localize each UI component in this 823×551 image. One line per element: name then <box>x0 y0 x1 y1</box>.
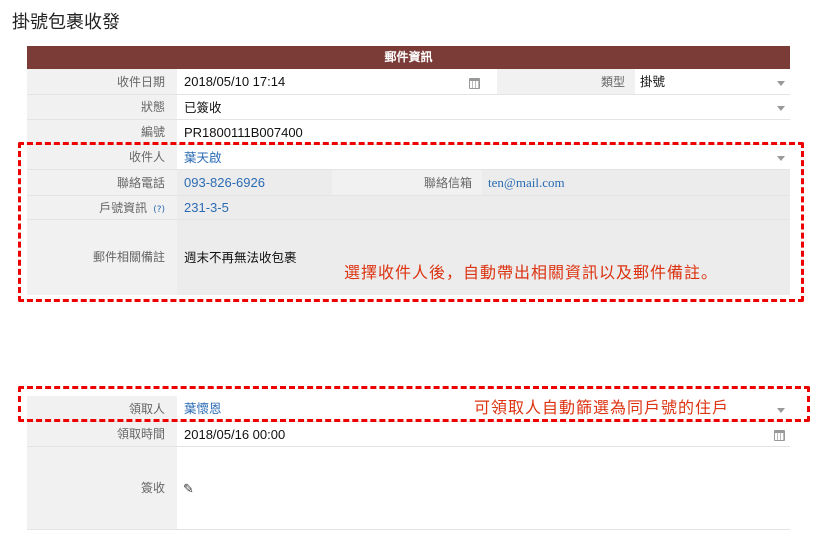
serial-label: 編號 <box>27 120 177 144</box>
received-date-value[interactable]: 2018/05/10 17:14 <box>184 69 285 95</box>
row-pickup-time: 領取時間 2018/05/16 00:00 <box>27 422 790 447</box>
status-value[interactable]: 已簽收 <box>184 95 222 120</box>
page-title: 掛號包裹收發 <box>12 12 120 33</box>
chevron-down-icon[interactable] <box>777 106 785 111</box>
type-label: 類型 <box>497 69 635 94</box>
row-status: 狀態 已簽收 <box>27 95 790 120</box>
row-received-date: 收件日期 2018/05/10 17:14 類型 掛號 <box>27 69 790 95</box>
type-value[interactable]: 掛號 <box>640 69 665 95</box>
received-date-label: 收件日期 <box>27 69 177 94</box>
pickup-time-label: 領取時間 <box>27 422 177 446</box>
pickup-time-value[interactable]: 2018/05/16 00:00 <box>184 422 285 447</box>
annotation-note-pickup: 可領取人自動篩選為同戶號的住戶 <box>474 398 730 417</box>
row-signature: 簽收 ✎ <box>27 447 790 530</box>
annotation-note-recipient: 選擇收件人後，自動帶出相關資訊以及郵件備註。 <box>344 263 719 282</box>
calendar-icon[interactable] <box>774 430 785 441</box>
pen-icon[interactable]: ✎ <box>183 481 194 497</box>
section-header: 郵件資訊 <box>27 46 790 69</box>
chevron-down-icon[interactable] <box>777 81 785 86</box>
status-label: 狀態 <box>27 95 177 119</box>
calendar-icon[interactable] <box>469 78 480 89</box>
signature-label: 簽收 <box>27 447 177 529</box>
